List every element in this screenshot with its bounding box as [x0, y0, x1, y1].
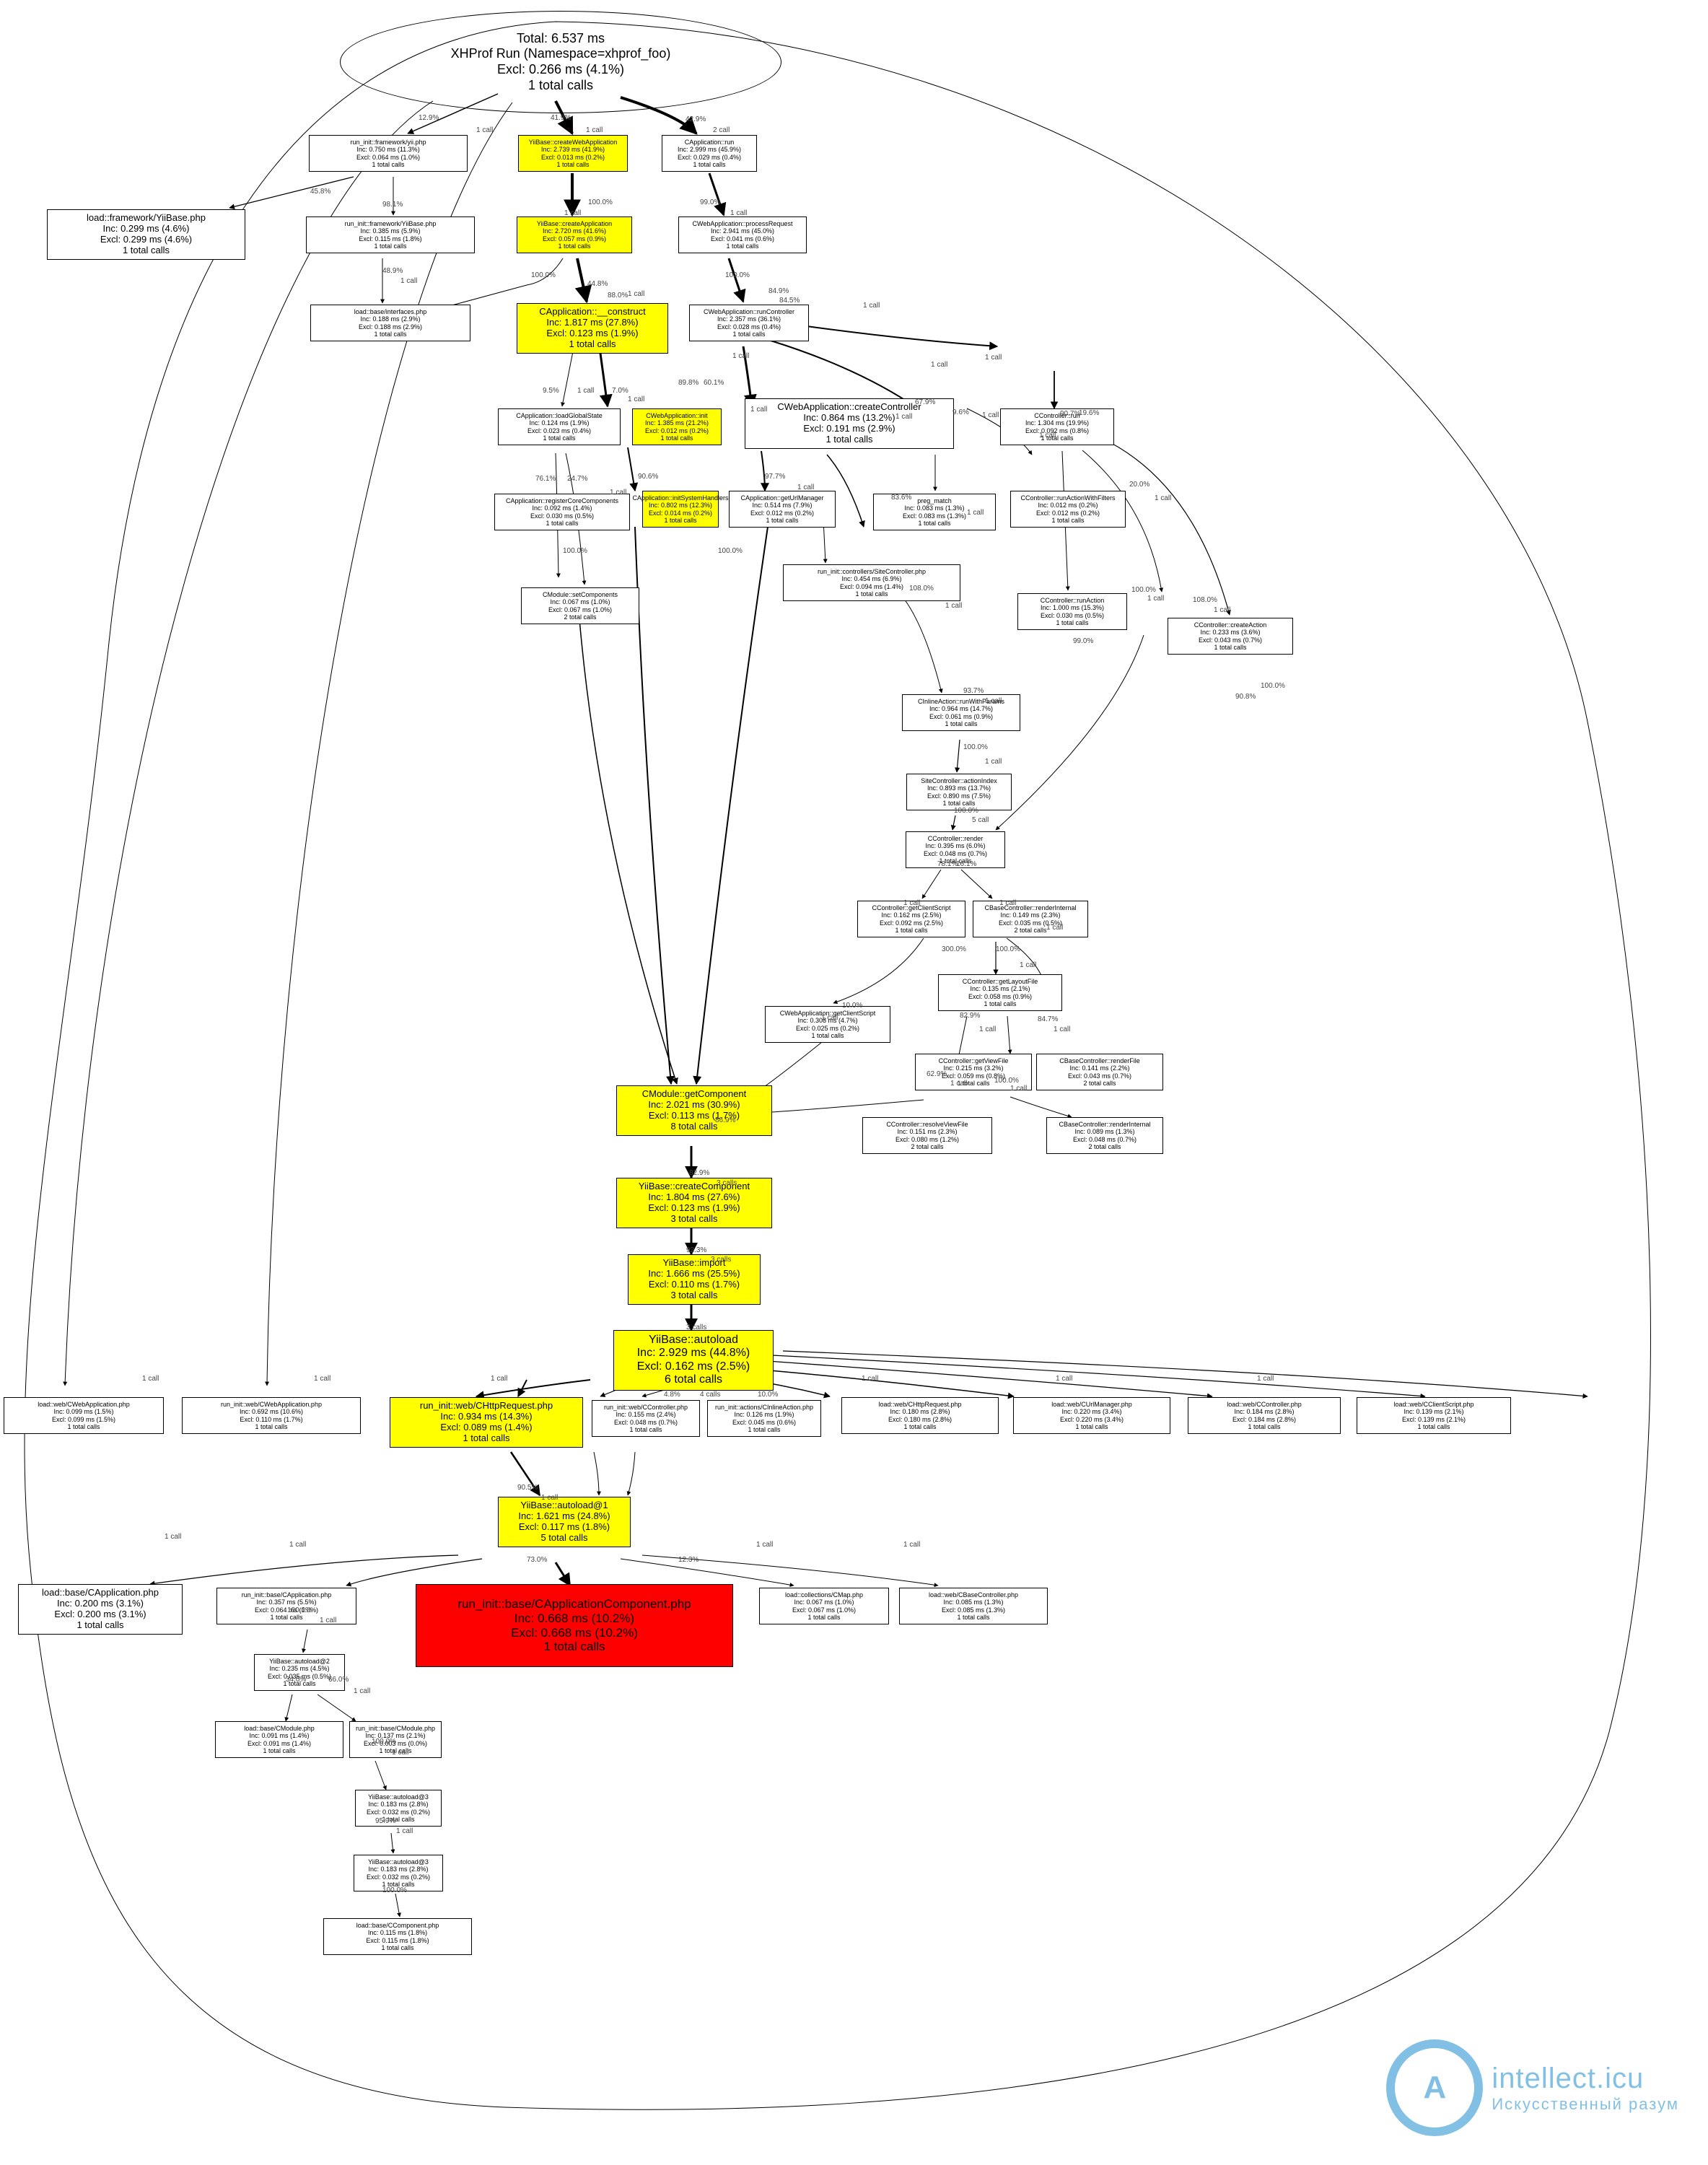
node-load-interfaces[interactable]: load::base/interfaces.phpInc: 0.188 ms (… — [310, 305, 470, 341]
node-run-init-yiibase[interactable]: run_init::framework/YiiBase.phpInc: 0.38… — [306, 216, 475, 253]
node-run-init-cappcomponent[interactable]: run_init::base/CApplicationComponent.php… — [416, 1584, 733, 1667]
node-initSystemHandlers[interactable]: CApplication::initSystemHandlersInc: 0.8… — [642, 491, 719, 528]
node-load-ccontroller[interactable]: load::web/CController.phpInc: 0.184 ms (… — [1188, 1397, 1341, 1434]
node-autoload-2[interactable]: YiiBase::autoload@2Inc: 0.235 ms (4.5%)E… — [254, 1654, 345, 1691]
node-run-init-capplication[interactable]: run_init::base/CApplication.phpInc: 0.35… — [216, 1588, 356, 1624]
node-getComponent[interactable]: CModule::getComponentInc: 2.021 ms (30.9… — [616, 1085, 772, 1136]
logo-tagline: Искусственный разум — [1492, 2095, 1679, 2114]
node-createAction[interactable]: CController::createActionInc: 0.233 ms (… — [1168, 618, 1293, 655]
node-renderPartial[interactable]: CBaseController::renderInternalInc: 0.14… — [973, 901, 1088, 937]
node-processRequest[interactable]: CWebApplication::processRequestInc: 2.94… — [678, 216, 807, 253]
node-run-init-sitecontroller[interactable]: run_init::controllers/SiteController.php… — [783, 564, 960, 601]
root-calls: 1 total calls — [528, 78, 593, 94]
run-name: XHProf Run (Namespace=xhprof_foo) — [451, 46, 671, 62]
node-createController[interactable]: CWebApplication::createControllerInc: 0.… — [745, 398, 954, 449]
node-load-cmap[interactable]: load::collections/CMap.phpInc: 0.067 ms … — [759, 1588, 889, 1624]
node-load-capplication[interactable]: load::base/CApplication.phpInc: 0.200 ms… — [18, 1584, 183, 1635]
node-actionIndex[interactable]: SiteController::actionIndexInc: 0.893 ms… — [906, 774, 1012, 810]
root-excl: Excl: 0.266 ms (4.1%) — [497, 62, 624, 78]
node-resolveViewFile[interactable]: CController::resolveViewFileInc: 0.151 m… — [862, 1117, 992, 1154]
node-load-curlmanager[interactable]: load::web/CUrlManager.phpInc: 0.220 ms (… — [1013, 1397, 1170, 1434]
node-load-cclientscript[interactable]: load::web/CClientScript.phpInc: 0.139 ms… — [1357, 1397, 1511, 1434]
node-loadGlobalState[interactable]: CApplication::loadGlobalStateInc: 0.124 … — [498, 408, 621, 445]
node-runAction[interactable]: CController::runActionInc: 1.000 ms (15.… — [1017, 593, 1127, 630]
node-capp-run[interactable]: CApplication::runInc: 2.999 ms (45.9%)Ex… — [662, 135, 757, 172]
node-registerCoreComponents[interactable]: CApplication::registerCoreComponentsInc:… — [494, 494, 630, 530]
node-renderFile[interactable]: CBaseController::renderFileInc: 0.141 ms… — [1036, 1054, 1163, 1090]
node-setComponents[interactable]: CModule::setComponentsInc: 0.067 ms (1.0… — [521, 587, 639, 624]
node-run-init-cmodule[interactable]: run_init::base/CModule.phpInc: 0.137 ms … — [349, 1721, 442, 1758]
node-autoload-1[interactable]: YiiBase::autoload@1Inc: 1.621 ms (24.8%)… — [498, 1497, 631, 1547]
node-load-ccomponent[interactable]: load::base/CComponent.phpInc: 0.115 ms (… — [323, 1918, 472, 1955]
logo-brand: intellect.icu — [1492, 2063, 1679, 2095]
node-runController[interactable]: CWebApplication::runControllerInc: 2.357… — [689, 305, 809, 341]
node-capp-construct[interactable]: CApplication::__constructInc: 1.817 ms (… — [517, 303, 668, 354]
watermark-logo: A intellect.icu Искусственный разум — [1386, 2039, 1679, 2136]
logo-icon: A — [1386, 2039, 1483, 2136]
node-run-init-chttprequest[interactable]: run_init::web/CHttpRequest.phpInc: 0.934… — [390, 1397, 583, 1448]
node-load-chttprequest[interactable]: load::web/CHttpRequest.phpInc: 0.180 ms … — [841, 1397, 999, 1434]
node-load-yiibase[interactable]: load::framework/YiiBase.phpInc: 0.299 ms… — [47, 209, 245, 260]
node-getViewFile[interactable]: CController::getViewFileInc: 0.215 ms (3… — [915, 1054, 1032, 1090]
root-node[interactable]: Total: 6.537 ms XHProf Run (Namespace=xh… — [340, 11, 781, 113]
node-controller-render[interactable]: CController::renderInc: 0.395 ms (6.0%)E… — [906, 831, 1005, 868]
node-run-init-yii[interactable]: run_init::framework/yii.phpInc: 0.750 ms… — [309, 135, 468, 172]
node-getClientScript[interactable]: CController::getClientScriptInc: 0.162 m… — [857, 901, 965, 937]
node-controller-run[interactable]: CController::runInc: 1.304 ms (19.9%)Exc… — [1000, 408, 1114, 445]
node-autoload-3[interactable]: YiiBase::autoload@3Inc: 0.183 ms (2.8%)E… — [355, 1790, 442, 1827]
node-cwebapp-init[interactable]: CWebApplication::initInc: 1.385 ms (21.2… — [632, 408, 722, 445]
node-load-cwebapp[interactable]: load::web/CWebApplication.phpInc: 0.099 … — [4, 1397, 164, 1434]
node-createApplication[interactable]: YiiBase::createApplicationInc: 2.720 ms … — [517, 216, 632, 253]
node-run-init-cinlineaction[interactable]: run_init::actions/CInlineAction.phpInc: … — [707, 1400, 821, 1437]
node-createWebApplication[interactable]: YiiBase::createWebApplicationInc: 2.739 … — [518, 135, 628, 172]
node-getClientScript2[interactable]: CWebApplication::getClientScriptInc: 0.3… — [765, 1006, 890, 1043]
node-yiibase-autoload[interactable]: YiiBase::autoloadInc: 2.929 ms (44.8%)Ex… — [613, 1330, 774, 1391]
node-runActionWithFilters[interactable]: CController::runActionWithFiltersInc: 0.… — [1010, 491, 1126, 528]
node-preg-match[interactable]: preg_matchInc: 0.083 ms (1.3%)Excl: 0.08… — [873, 494, 996, 530]
node-run-init-cwebapp[interactable]: run_init::web/CWebApplication.phpInc: 0.… — [182, 1397, 361, 1434]
node-runWithParams[interactable]: CInlineAction::runWithParamsInc: 0.964 m… — [902, 694, 1020, 731]
node-load-cmodule[interactable]: load::base/CModule.phpInc: 0.091 ms (1.4… — [215, 1721, 343, 1758]
node-autoload-3b[interactable]: YiiBase::autoload@3Inc: 0.183 ms (2.8%)E… — [354, 1855, 443, 1891]
node-load-cbasecontroller[interactable]: load::web/CBaseController.phpInc: 0.085 … — [899, 1588, 1048, 1624]
node-getUrlManager[interactable]: CApplication::getUrlManagerInc: 0.514 ms… — [729, 491, 836, 528]
node-getLayoutFile[interactable]: CController::getLayoutFileInc: 0.135 ms … — [938, 974, 1062, 1011]
edges-layer — [0, 0, 1708, 2165]
node-run-init-ccontroller[interactable]: run_init::web/CController.phpInc: 0.155 … — [592, 1400, 700, 1437]
node-renderInternal[interactable]: CBaseController::renderInternalInc: 0.08… — [1046, 1117, 1163, 1154]
node-createComponent[interactable]: YiiBase::createComponentInc: 1.804 ms (2… — [616, 1178, 772, 1228]
total-time: Total: 6.537 ms — [517, 31, 605, 47]
node-yiibase-import[interactable]: YiiBase::importInc: 1.666 ms (25.5%)Excl… — [628, 1254, 761, 1305]
